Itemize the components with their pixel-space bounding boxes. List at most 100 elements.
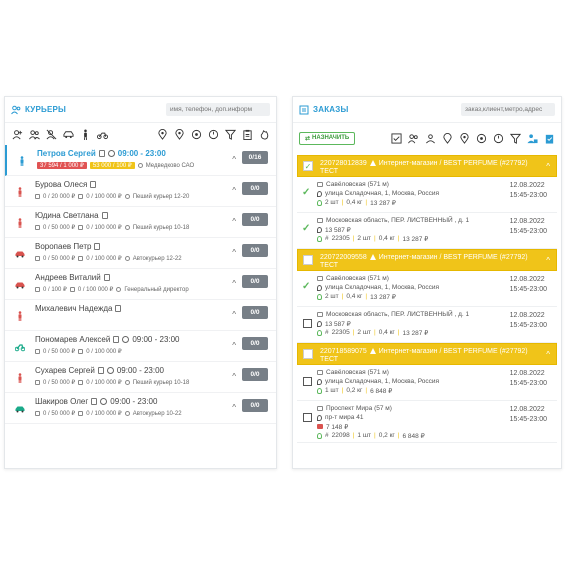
power-orders-icon[interactable]	[492, 132, 504, 144]
card-icon	[78, 411, 84, 416]
courier-row[interactable]: Юдина Светлана 0 / 50 000 ₽ 0 / 100 000 ₽ П…	[5, 207, 276, 238]
courier-row[interactable]: Бурова Олеся 0 / 20 000 ₽ 0 / 100 000 ₽ Пеш…	[5, 176, 276, 207]
chevron-up-icon[interactable]: ^	[232, 403, 236, 412]
user-lock-icon[interactable]	[526, 132, 538, 144]
user-icon	[317, 293, 322, 300]
clock-icon	[107, 150, 115, 157]
checkmark-icon[interactable]: ✓	[302, 281, 310, 292]
courier-row[interactable]: Воропаев Петр 0 / 50 000 ₽ 0 / 100 000 ₽ Ав…	[5, 238, 276, 269]
courier-row[interactable]: Шакиров Олег 09:00 - 23:00 0 / 50 000 ₽ 0 /…	[5, 393, 276, 424]
separator: |	[352, 432, 355, 439]
order-count-badge[interactable]: 0/0	[242, 182, 268, 195]
person-icon	[18, 218, 22, 228]
courier-note: Пеший курьер 12-20	[132, 193, 190, 200]
chevron-up-icon[interactable]: ^	[232, 248, 236, 257]
group-checkbox[interactable]	[303, 349, 313, 359]
user-icon	[317, 432, 322, 439]
chevron-up-icon[interactable]: ^	[546, 350, 550, 359]
order-address: 13 587 ₽	[325, 320, 351, 328]
courier-row[interactable]: Сухарев Сергей 09:00 - 23:00 0 / 50 000 ₽ 0…	[5, 362, 276, 393]
order-group-header[interactable]: ✓ 220728012839 Интернет-магазин / BEST PER…	[297, 155, 557, 177]
courier-row[interactable]: Петров Сергей 09:00 - 23:00 37 594 / 1 000…	[5, 145, 276, 176]
clipboard-icon[interactable]	[241, 128, 253, 140]
couriers-search-input[interactable]	[166, 103, 270, 116]
order-count-badge[interactable]: 0/0	[242, 244, 268, 257]
group-alt-icon[interactable]	[424, 132, 436, 144]
filter-orders-icon[interactable]	[509, 132, 521, 144]
orders-search-input[interactable]	[461, 103, 555, 116]
car-filter-icon[interactable]	[62, 128, 74, 140]
document-icon	[97, 367, 104, 374]
order-weight-2: 0,2 кг	[378, 432, 395, 439]
chevron-up-icon[interactable]: ^	[232, 372, 236, 381]
order-checkbox[interactable]	[303, 319, 312, 328]
chevron-up-icon[interactable]: ^	[232, 341, 236, 350]
courier-row[interactable]: Пономарев Алексей 09:00 - 23:00 0 / 50 000…	[5, 331, 276, 362]
checklist-icon[interactable]	[390, 132, 402, 144]
filter-icon[interactable]	[224, 128, 236, 140]
group-icon[interactable]	[407, 132, 419, 144]
chevron-up-icon[interactable]: ^	[232, 186, 236, 195]
order-row[interactable]: Савёловская (571 м) улица Складочная, 1, …	[297, 365, 557, 401]
order-checkbox[interactable]	[303, 377, 312, 386]
checkmark-icon[interactable]: ✓	[302, 223, 310, 234]
clipboard-check-icon[interactable]	[543, 132, 555, 144]
order-group-header[interactable]: 220718589075 Интернет-магазин / BEST PERF…	[297, 343, 557, 365]
courier-row[interactable]: Михалевич Надежда ^ 0/0	[5, 300, 276, 331]
add-courier-icon[interactable]	[11, 128, 23, 140]
courier-money: 0 / 50 000 ₽	[43, 380, 76, 386]
assign-label: НАЗНАЧИТЬ	[312, 135, 350, 141]
chevron-up-icon[interactable]: ^	[232, 155, 236, 164]
order-checkbox[interactable]	[303, 413, 312, 422]
order-row[interactable]: Московская область, ПЕР. ЛИСТВЕННЫЙ , д.…	[297, 307, 557, 343]
chevron-up-icon[interactable]: ^	[232, 310, 236, 319]
remove-courier-icon[interactable]	[45, 128, 57, 140]
checkmark-icon[interactable]: ✓	[302, 187, 310, 198]
order-count-badge[interactable]: 0/0	[242, 337, 268, 350]
location-icon[interactable]	[173, 128, 185, 140]
order-row[interactable]: Проспект Мира (57 м) пр-т мира 41 7 148 ₽ #…	[297, 401, 557, 443]
order-count-badge[interactable]: 0/16	[242, 151, 268, 164]
chevron-up-icon[interactable]: ^	[232, 279, 236, 288]
pin-icon	[317, 190, 322, 197]
chevron-up-icon[interactable]: ^	[546, 162, 550, 171]
chevron-up-icon[interactable]: ^	[232, 217, 236, 226]
document-icon	[115, 305, 122, 312]
couriers-header: КУРЬЕРЫ	[5, 97, 276, 123]
pin-icon	[317, 284, 322, 291]
group-checkbox[interactable]: ✓	[303, 161, 313, 171]
motorbike-filter-icon[interactable]	[96, 128, 108, 140]
map-pin-icon[interactable]	[156, 128, 168, 140]
order-count-badge[interactable]: 0/0	[242, 399, 268, 412]
group-checkbox[interactable]	[303, 255, 313, 265]
clock-icon	[122, 336, 130, 343]
courier-note: Автокурьер 10-22	[132, 410, 182, 417]
assign-button[interactable]: ⇄ НАЗНАЧИТЬ	[299, 131, 356, 145]
walker-filter-icon[interactable]	[79, 128, 91, 140]
order-date-value: 12.08.2022	[509, 218, 545, 225]
order-metro: Проспект Мира (57 м)	[326, 405, 392, 412]
order-count-badge[interactable]: 0/0	[242, 306, 268, 319]
target-icon[interactable]	[190, 128, 202, 140]
order-count-badge[interactable]: 0/0	[242, 213, 268, 226]
hash-icon: #	[325, 432, 329, 439]
pin-icon[interactable]	[441, 132, 453, 144]
info-icon	[124, 194, 130, 199]
target-orders-icon[interactable]	[475, 132, 487, 144]
fire-icon[interactable]	[258, 128, 270, 140]
orders-panel: ЗАКАЗЫ ⇄НАЗНАЧИТЬ ✓ 220728012839 Интернет-…	[292, 96, 562, 469]
group-couriers-icon[interactable]	[28, 128, 40, 140]
order-count-badge[interactable]: 0/0	[242, 275, 268, 288]
order-row[interactable]: ✓ Савёловская (571 м) улица Складочная, 1,…	[297, 177, 557, 213]
courier-time: 09:00 - 23:00	[116, 366, 164, 375]
order-count-badge[interactable]: 0/0	[242, 368, 268, 381]
order-group-header[interactable]: 220722009558 Интернет-магазин / BEST PERF…	[297, 249, 557, 271]
pin-alt-icon[interactable]	[458, 132, 470, 144]
document-icon	[101, 212, 108, 219]
order-row[interactable]: ✓ Савёловская (571 м) улица Складочная, 1,…	[297, 271, 557, 307]
courier-row[interactable]: Андреев Виталий 0 / 100 ₽ 0 / 100 000 ₽ Ген…	[5, 269, 276, 300]
chevron-up-icon[interactable]: ^	[546, 256, 550, 265]
power-icon[interactable]	[207, 128, 219, 140]
order-price: 6 848 ₽	[402, 432, 425, 440]
order-row[interactable]: ✓ Московская область, ПЕР. ЛИСТВЕННЫЙ , д…	[297, 213, 557, 249]
